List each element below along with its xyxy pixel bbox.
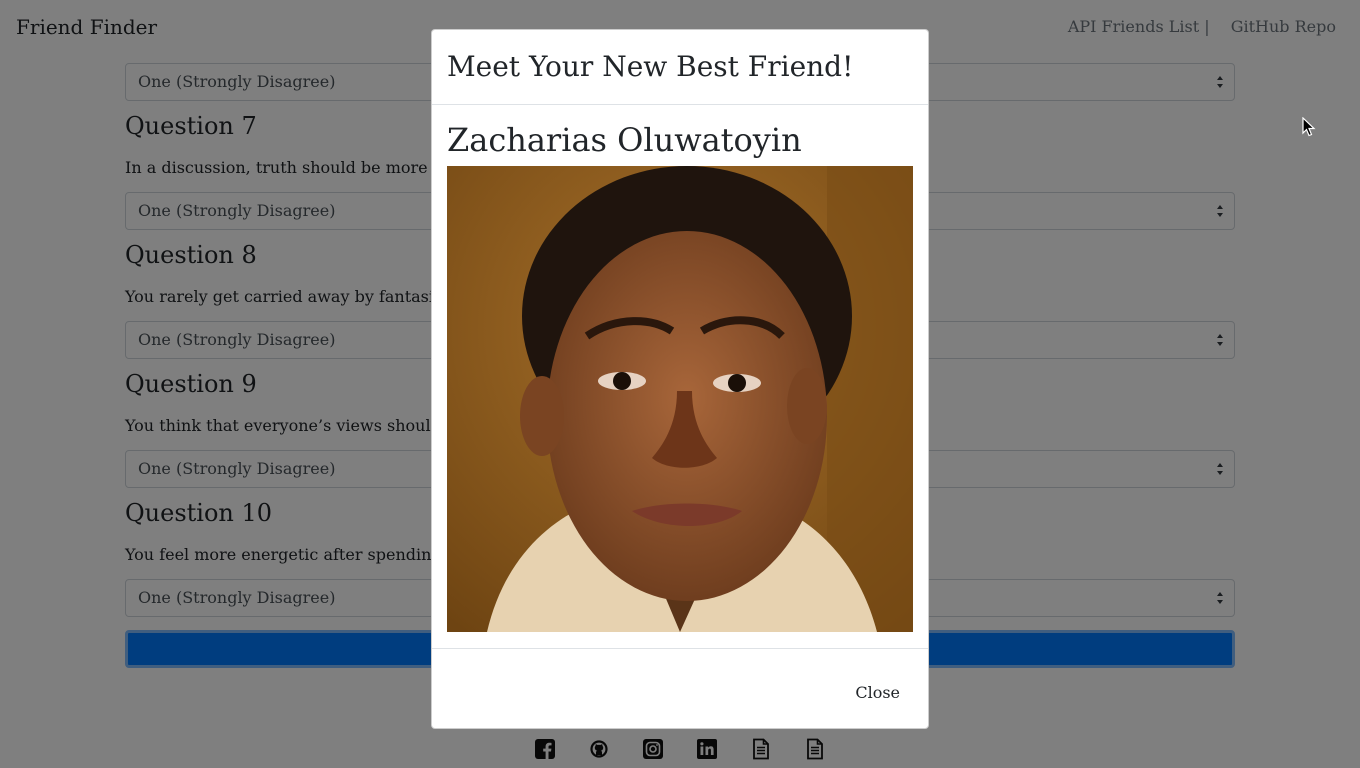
modal-footer: Close xyxy=(432,648,928,729)
friend-portrait-image xyxy=(447,166,913,632)
mouse-cursor-icon xyxy=(1302,117,1316,137)
modal-title: Meet Your New Best Friend! xyxy=(447,50,854,83)
modal-header: Meet Your New Best Friend! xyxy=(432,30,928,105)
close-button[interactable]: Close xyxy=(855,683,900,702)
friend-photo xyxy=(447,166,913,632)
best-friend-modal: Meet Your New Best Friend! Zacharias Olu… xyxy=(431,29,929,729)
friend-name: Zacharias Oluwatoyin xyxy=(447,121,802,159)
